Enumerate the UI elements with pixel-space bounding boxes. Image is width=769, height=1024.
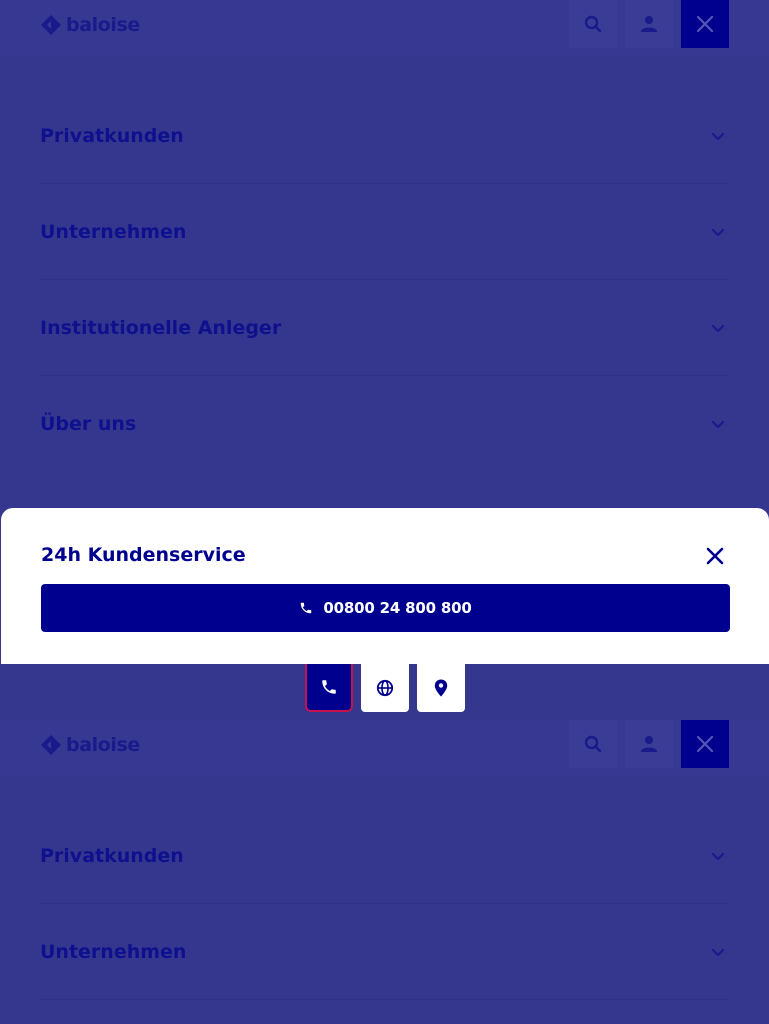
- site-header: baloise: [0, 720, 769, 776]
- close-menu-button[interactable]: [681, 0, 729, 48]
- search-icon: [584, 735, 602, 753]
- nav-item-label: Unternehmen: [40, 941, 187, 963]
- user-account-button[interactable]: [625, 720, 673, 768]
- nav-item-label: Unternehmen: [40, 221, 187, 243]
- globe-icon: [376, 679, 394, 697]
- tab-phone[interactable]: [305, 664, 353, 712]
- user-icon: [641, 16, 657, 32]
- user-icon: [641, 736, 657, 752]
- nav-item-label: Privatkunden: [40, 845, 184, 867]
- mobile-menu-screen: baloise Privatkunden Unternehmen Institu…: [0, 0, 769, 720]
- nav-item-privatkunden[interactable]: Privatkunden: [40, 88, 729, 184]
- nav-item-unternehmen[interactable]: Unternehmen: [40, 904, 729, 1000]
- mobile-menu-screen-repeat: baloise Privatkunden Unternehmen: [0, 720, 769, 1024]
- sheet-title: 24h Kundenservice: [41, 544, 246, 566]
- tab-language[interactable]: [361, 664, 409, 712]
- chevron-down-icon: [711, 228, 725, 236]
- location-pin-icon: [434, 679, 448, 697]
- phone-number: 00800 24 800 800: [323, 599, 472, 617]
- search-button[interactable]: [569, 720, 617, 768]
- nav-item-ueber-uns[interactable]: Über uns: [40, 376, 729, 472]
- baloise-logo-icon: [41, 735, 61, 755]
- customer-service-sheet: 24h Kundenservice 00800 24 800 800: [1, 508, 769, 664]
- nav-item-label: Über uns: [40, 413, 137, 435]
- baloise-logo[interactable]: baloise: [40, 734, 140, 756]
- chevron-down-icon: [711, 852, 725, 860]
- nav-item-privatkunden[interactable]: Privatkunden: [40, 808, 729, 904]
- divider: [40, 999, 729, 1000]
- close-icon: [706, 547, 724, 565]
- baloise-logo[interactable]: baloise: [40, 14, 140, 36]
- logo-text: baloise: [66, 14, 140, 36]
- close-icon: [696, 15, 714, 33]
- site-header: baloise: [0, 0, 769, 56]
- chevron-down-icon: [711, 948, 725, 956]
- search-icon: [584, 15, 602, 33]
- nav-item-label: Privatkunden: [40, 125, 184, 147]
- phone-icon: [301, 602, 312, 614]
- search-button[interactable]: [569, 0, 617, 48]
- nav-item-label: Institutionelle Anleger: [40, 317, 282, 339]
- baloise-logo-icon: [41, 15, 61, 35]
- logo-text: baloise: [66, 734, 140, 756]
- close-menu-button[interactable]: [681, 720, 729, 768]
- chevron-down-icon: [711, 324, 725, 332]
- nav-item-institutionelle-anleger[interactable]: Institutionelle Anleger: [40, 280, 729, 376]
- tab-location[interactable]: [417, 664, 465, 712]
- chevron-down-icon: [711, 420, 725, 428]
- quick-action-tabs: [305, 664, 465, 712]
- close-icon: [696, 735, 714, 753]
- chevron-down-icon: [711, 132, 725, 140]
- call-phone-button[interactable]: 00800 24 800 800: [41, 584, 730, 632]
- nav-item-unternehmen[interactable]: Unternehmen: [40, 184, 729, 280]
- close-sheet-button[interactable]: [701, 542, 729, 570]
- phone-icon: [322, 680, 336, 694]
- user-account-button[interactable]: [625, 0, 673, 48]
